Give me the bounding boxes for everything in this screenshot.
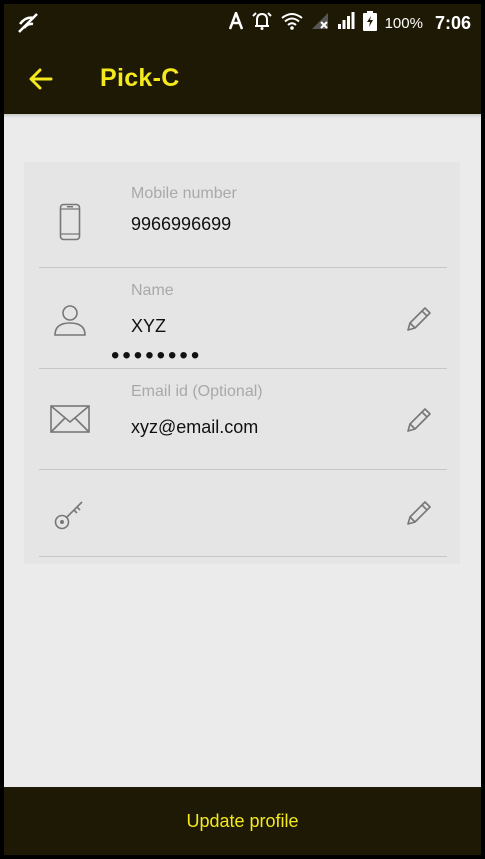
edit-password-pencil-icon[interactable]	[404, 498, 434, 528]
font-icon	[228, 8, 243, 35]
divider	[39, 556, 447, 557]
email-row: Email id (Optional) xyz@email.com	[24, 369, 460, 469]
profile-card: Mobile number 9966996699 Name XYZ Email …	[24, 162, 460, 564]
toolbar-shadow	[4, 114, 481, 118]
battery-percent: 100%	[384, 14, 423, 32]
wifi-icon	[280, 12, 303, 35]
name-row: Name XYZ	[24, 268, 460, 368]
mobile-label: Mobile number	[131, 185, 237, 202]
password-value: ••••••••	[111, 342, 203, 369]
app-screen: 100% 7:06 Pick-C Mobile number 996699669…	[4, 4, 481, 855]
person-icon	[50, 300, 90, 340]
signal-icon	[337, 11, 355, 35]
email-value: xyz@email.com	[131, 417, 259, 437]
no-signal-icon	[16, 12, 40, 39]
clock: 7:06	[434, 12, 471, 33]
mail-icon	[50, 399, 90, 439]
mobile-row: Mobile number 9966996699	[24, 162, 460, 267]
name-label: Name	[131, 282, 174, 299]
page-title: Pick-C	[100, 64, 180, 92]
name-value: XYZ	[131, 316, 167, 336]
email-label: Email id (Optional)	[131, 383, 263, 400]
password-row	[24, 470, 460, 556]
no-sim-signal-icon	[311, 12, 329, 35]
edit-email-pencil-icon[interactable]	[404, 405, 434, 435]
back-arrow-icon[interactable]	[26, 64, 56, 94]
edit-name-pencil-icon[interactable]	[404, 304, 434, 334]
app-toolbar: Pick-C	[4, 42, 481, 114]
battery-icon	[362, 10, 377, 36]
status-bar: 100% 7:06	[4, 4, 481, 42]
phone-icon	[50, 202, 90, 242]
update-profile-button[interactable]: Update profile	[4, 787, 481, 855]
alarm-icon	[251, 11, 273, 36]
key-icon	[50, 494, 90, 534]
mobile-value: 9966996699	[131, 214, 232, 234]
